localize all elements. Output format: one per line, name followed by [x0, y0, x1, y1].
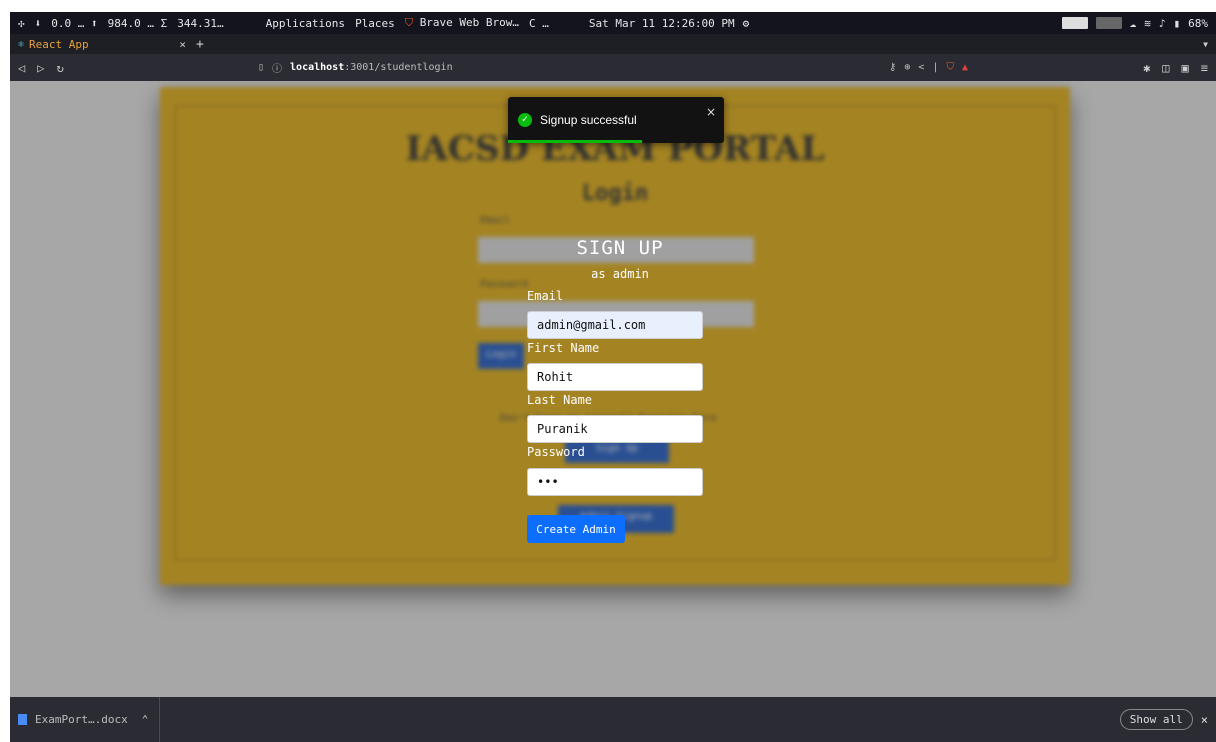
close-icon[interactable]: ×: [1201, 713, 1208, 727]
download-bar: ExamPort….docx ⌃ Show all ×: [10, 697, 1216, 742]
clock[interactable]: Sat Mar 11 12:26:00 PM: [589, 17, 735, 30]
new-tab-button[interactable]: +: [196, 37, 204, 52]
tab-close-icon[interactable]: ×: [179, 38, 186, 51]
download-file-name: ExamPort….docx: [35, 713, 128, 726]
cpu-indicator: 0.0 … ⬆: [51, 16, 98, 30]
toast-close-icon[interactable]: ×: [706, 105, 716, 119]
apps-menu-icon[interactable]: ✣: [18, 17, 25, 30]
tab-react-app[interactable]: ⚛ React App ×: [18, 38, 186, 51]
address-bar[interactable]: ▯ ⓘ localhost:3001/studentlogin ⚷ ⊕ < | …: [258, 58, 968, 78]
last-name-label: Last Name: [527, 393, 593, 407]
brave-rewards-icon[interactable]: ▲: [962, 62, 968, 73]
net-down-indicator: ⬇: [34, 16, 42, 30]
places-menu[interactable]: Places: [355, 17, 395, 30]
last-name-field[interactable]: [527, 415, 703, 443]
show-all-button[interactable]: Show all: [1119, 709, 1193, 730]
battery-percent: 68%: [1188, 16, 1208, 30]
download-item[interactable]: ExamPort….docx ⌃: [18, 697, 160, 742]
wifi-icon[interactable]: ≋: [1144, 17, 1151, 30]
site-info-icon[interactable]: ⓘ: [272, 60, 282, 75]
create-admin-button[interactable]: Create Admin: [527, 515, 625, 543]
browser-toolbar: ◁ ▷ ↻ ▯ ⓘ localhost:3001/studentlogin ⚷ …: [10, 54, 1216, 81]
email-label: Email: [527, 289, 564, 303]
workspace-1[interactable]: [1061, 17, 1088, 29]
forward-icon[interactable]: ▷: [37, 61, 44, 75]
page-viewport: IACSD EXAM PORTAL Login Email Password L…: [10, 81, 1216, 697]
tab-list-chevron-icon[interactable]: ▼: [1203, 40, 1208, 49]
url-text: localhost:3001/studentlogin: [290, 62, 453, 73]
first-name-label: First Name: [527, 341, 600, 355]
loading-indicator: C …: [529, 16, 549, 30]
extensions-icon[interactable]: ✱: [1143, 61, 1150, 75]
brave-shield-icon[interactable]: ⛉: [946, 62, 954, 73]
brave-icon: ⛉: [404, 16, 414, 29]
wallet-icon[interactable]: ▣: [1182, 61, 1189, 75]
url-host: localhost: [290, 62, 345, 73]
first-name-field[interactable]: [527, 363, 703, 391]
applications-menu[interactable]: Applications: [266, 17, 345, 30]
toast-message: Signup successful: [540, 113, 637, 127]
divider: |: [932, 62, 939, 73]
url-path: :3001/studentlogin: [344, 62, 453, 73]
bookmark-icon[interactable]: ▯: [258, 62, 264, 73]
workspace-2[interactable]: [1095, 17, 1122, 29]
share-icon[interactable]: <: [918, 62, 924, 73]
cloud-icon[interactable]: ☁: [1130, 17, 1137, 30]
password-label: Password: [527, 445, 585, 459]
menu-icon[interactable]: ≡: [1201, 61, 1208, 75]
check-circle-icon: ✓: [518, 113, 532, 127]
key-icon[interactable]: ⚷: [889, 62, 896, 73]
chevron-up-icon[interactable]: ⌃: [142, 713, 149, 726]
password-field[interactable]: [527, 468, 703, 496]
tab-title: React App: [29, 37, 89, 51]
document-icon: [18, 714, 27, 725]
email-field[interactable]: [527, 311, 703, 339]
reload-icon[interactable]: ↻: [56, 61, 63, 75]
zoom-icon[interactable]: ⊕: [904, 62, 910, 73]
back-icon[interactable]: ◁: [18, 61, 25, 75]
active-app-label: Brave Web Brow…: [419, 16, 520, 29]
react-icon: ⚛: [18, 38, 25, 50]
volume-icon[interactable]: ♪: [1159, 17, 1166, 30]
signup-subtitle: as admin: [591, 267, 649, 281]
notification-icon[interactable]: ⚙: [743, 17, 750, 30]
battery-icon[interactable]: ▮: [1174, 17, 1181, 30]
signup-title: SIGN UP: [576, 237, 664, 259]
os-top-panel: ✣ ⬇ 0.0 … ⬆ 984.0 … Σ 344.31… Applicatio…: [10, 12, 1216, 34]
success-toast[interactable]: ✓ Signup successful ×: [508, 97, 724, 143]
tab-bar: ⚛ React App × + ▼: [10, 34, 1216, 54]
toast-progress-bar: [508, 140, 642, 143]
disk-indicator: 344.31…: [177, 16, 224, 30]
sidebar-icon[interactable]: ◫: [1162, 61, 1169, 75]
memory-indicator: 984.0 … Σ: [107, 16, 168, 30]
active-app[interactable]: ⛉ Brave Web Brow…: [405, 16, 519, 30]
